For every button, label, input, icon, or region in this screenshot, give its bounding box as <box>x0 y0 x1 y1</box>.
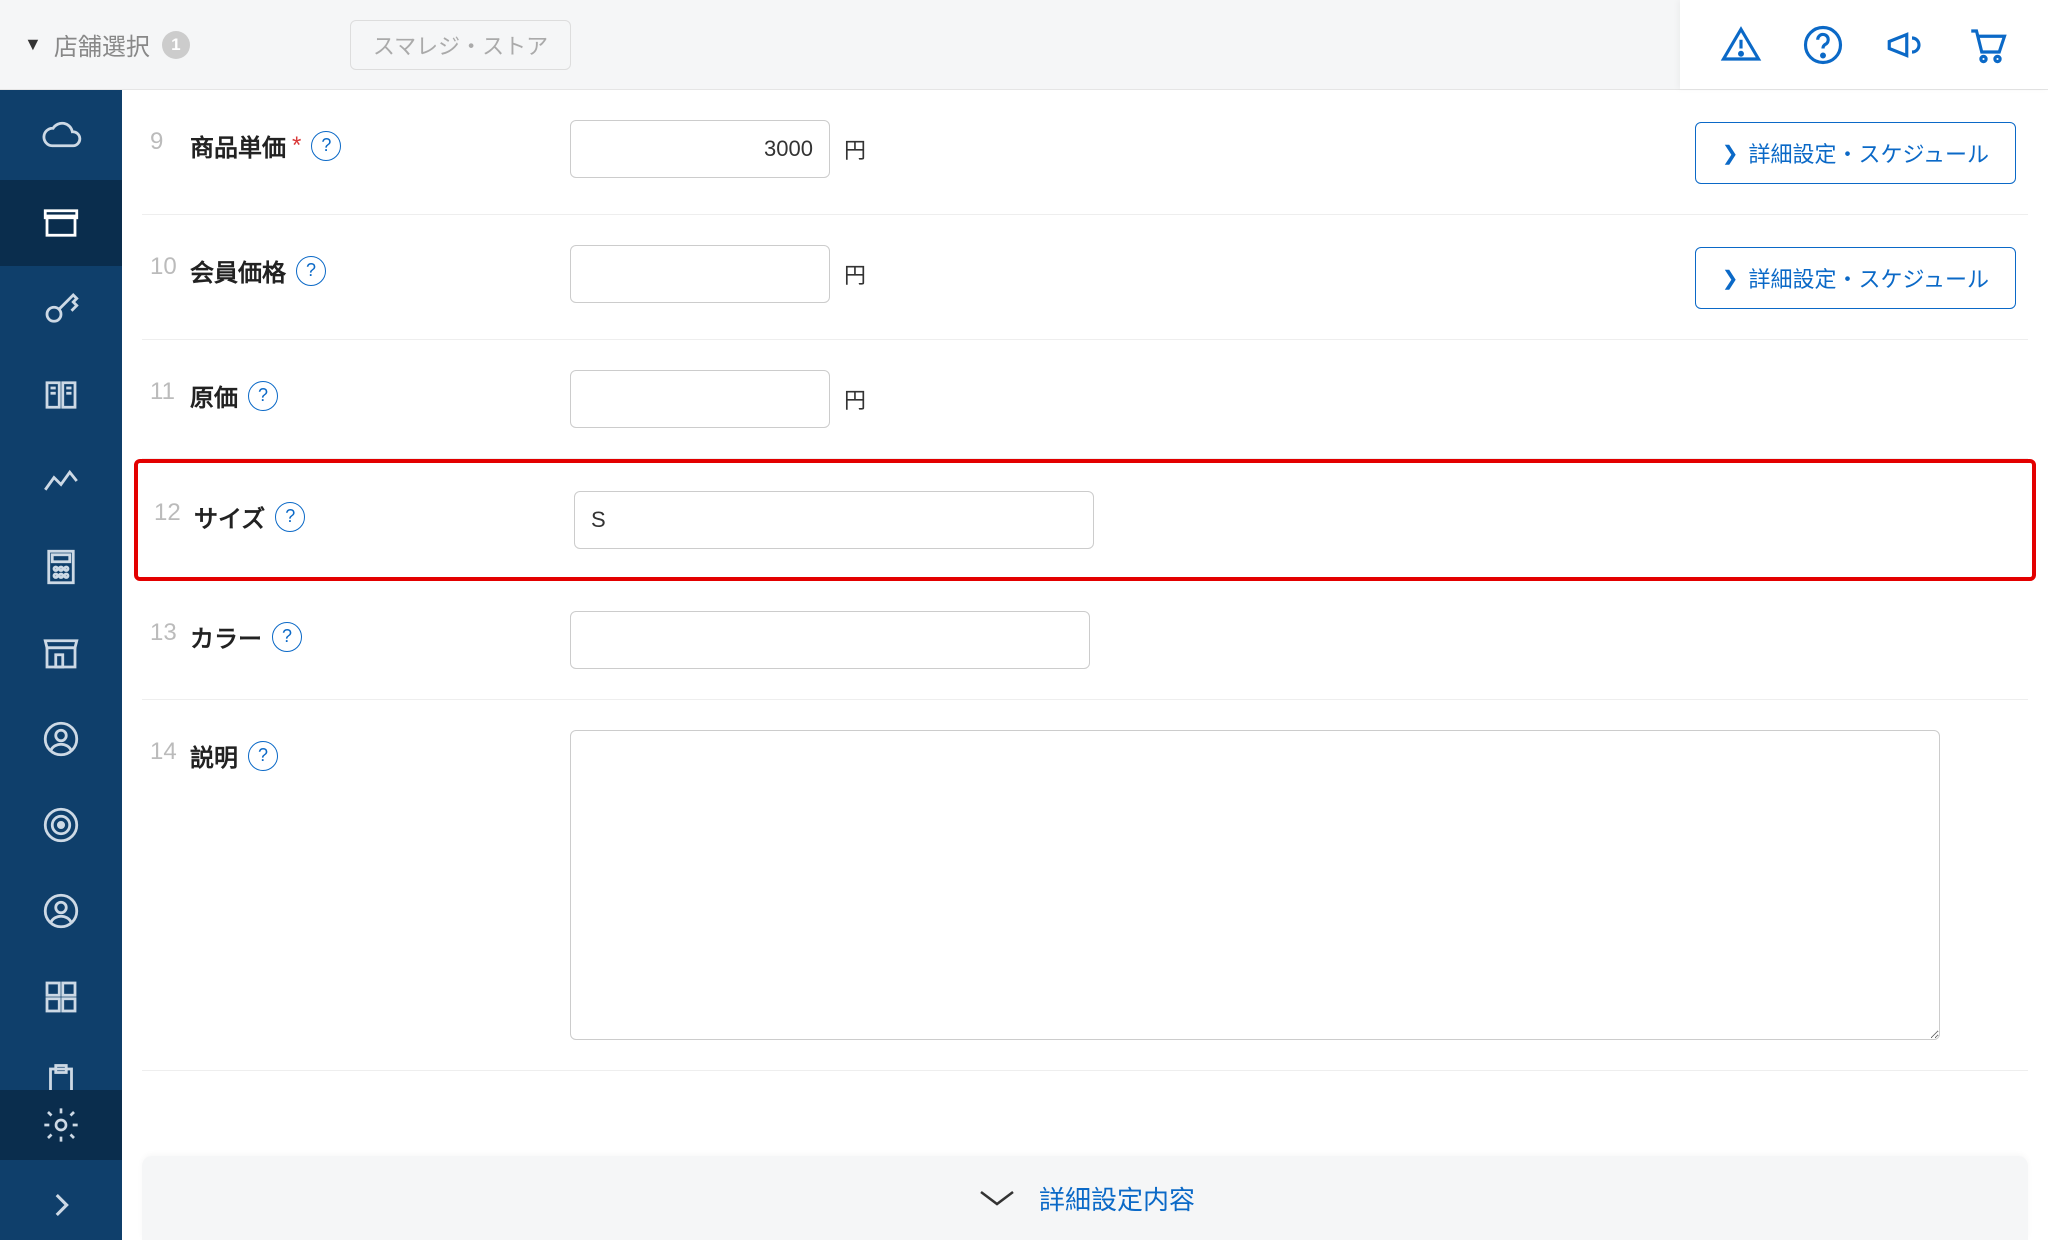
topbar-right <box>1680 0 2048 89</box>
row-label: 原価 ? <box>190 370 570 413</box>
sidebar-settings[interactable] <box>0 1090 122 1160</box>
help-icon[interactable]: ? <box>248 741 278 771</box>
sidebar-item-book[interactable] <box>0 352 122 438</box>
caret-down-icon: ▼ <box>24 34 42 55</box>
sidebar-item-key[interactable] <box>0 266 122 352</box>
help-icon[interactable]: ? <box>296 256 326 286</box>
row-number: 12 <box>146 491 194 527</box>
chevron-right-icon: ❯ <box>1722 266 1739 291</box>
sidebar-expand[interactable] <box>0 1170 122 1240</box>
sidebar-item-grid[interactable] <box>0 954 122 1040</box>
help-icon[interactable]: ? <box>275 502 305 532</box>
sidebar-item-target[interactable] <box>0 782 122 868</box>
detail-expand-bar[interactable]: 詳細設定内容 <box>142 1156 2028 1240</box>
row-label: カラー ? <box>190 611 570 654</box>
help-icon[interactable]: ? <box>311 131 341 161</box>
required-mark: * <box>292 132 301 160</box>
row-number: 10 <box>142 245 190 281</box>
row-13-color: 13 カラー ? <box>142 581 2028 700</box>
row-field: 円 <box>570 245 866 303</box>
row-field <box>570 611 1090 669</box>
help-icon[interactable] <box>1802 24 1844 66</box>
size-input[interactable] <box>574 491 1094 549</box>
row-9-unit-price: 9 商品単価 * ? 円 ❯ 詳細設定・スケジュール <box>142 90 2028 215</box>
unit-label: 円 <box>844 383 866 415</box>
unit-label: 円 <box>844 133 866 165</box>
megaphone-icon[interactable] <box>1884 24 1926 66</box>
row-label: 会員価格 ? <box>190 245 570 288</box>
sidebar-item-box[interactable] <box>0 180 122 266</box>
row-label: 商品単価 * ? <box>190 120 570 163</box>
form-rows: 9 商品単価 * ? 円 ❯ 詳細設定・スケジュール 10 会員価格 <box>122 90 2048 1071</box>
row-field <box>570 730 1940 1040</box>
row-number: 11 <box>142 370 190 406</box>
unit-label: 円 <box>844 258 866 290</box>
detail-schedule-button[interactable]: ❯ 詳細設定・スケジュール <box>1695 247 2016 309</box>
row-number: 14 <box>142 730 190 766</box>
description-textarea[interactable] <box>570 730 1940 1040</box>
sidebar-item-account[interactable] <box>0 868 122 954</box>
cart-icon[interactable] <box>1966 24 2008 66</box>
detail-bar-label: 詳細設定内容 <box>1039 1180 1195 1217</box>
row-12-size: 12 サイズ ? <box>134 459 2036 581</box>
color-input[interactable] <box>570 611 1090 669</box>
row-number: 9 <box>142 120 190 156</box>
row-label: サイズ ? <box>194 491 574 534</box>
store-pill[interactable]: スマレジ・ストア <box>350 20 571 70</box>
sidebar-item-store[interactable] <box>0 610 122 696</box>
sidebar-item-calc[interactable] <box>0 524 122 610</box>
help-icon[interactable]: ? <box>248 381 278 411</box>
detail-schedule-button[interactable]: ❯ 詳細設定・スケジュール <box>1695 122 2016 184</box>
row-field: 円 <box>570 370 866 428</box>
row-11-cost: 11 原価 ? 円 <box>142 340 2028 459</box>
alert-icon[interactable] <box>1720 24 1762 66</box>
main-form: 9 商品単価 * ? 円 ❯ 詳細設定・スケジュール 10 会員価格 <box>122 90 2048 1240</box>
row-actions: ❯ 詳細設定・スケジュール <box>1695 120 2028 184</box>
row-field: 円 <box>570 120 866 178</box>
sidebar-item-cloud[interactable] <box>0 94 122 180</box>
row-number: 13 <box>142 611 190 647</box>
chevron-right-icon: ❯ <box>1722 141 1739 166</box>
row-label: 説明 ? <box>190 730 570 773</box>
sidebar-item-user[interactable] <box>0 696 122 782</box>
row-field <box>574 491 1094 549</box>
cost-input[interactable] <box>570 370 830 428</box>
store-select[interactable]: ▼ 店舗選択 1 <box>0 27 230 62</box>
row-14-description: 14 説明 ? <box>142 700 2028 1071</box>
store-count-badge: 1 <box>162 31 190 59</box>
topbar: ▼ 店舗選択 1 スマレジ・ストア <box>0 0 2048 90</box>
sidebar-item-chart[interactable] <box>0 438 122 524</box>
row-actions: ❯ 詳細設定・スケジュール <box>1695 245 2028 309</box>
chevron-down-icon <box>975 1183 1019 1213</box>
help-icon[interactable]: ? <box>272 622 302 652</box>
sidebar <box>0 64 122 1240</box>
unit-price-input[interactable] <box>570 120 830 178</box>
member-price-input[interactable] <box>570 245 830 303</box>
row-10-member-price: 10 会員価格 ? 円 ❯ 詳細設定・スケジュール <box>142 215 2028 340</box>
store-select-label: 店舗選択 <box>54 27 150 62</box>
